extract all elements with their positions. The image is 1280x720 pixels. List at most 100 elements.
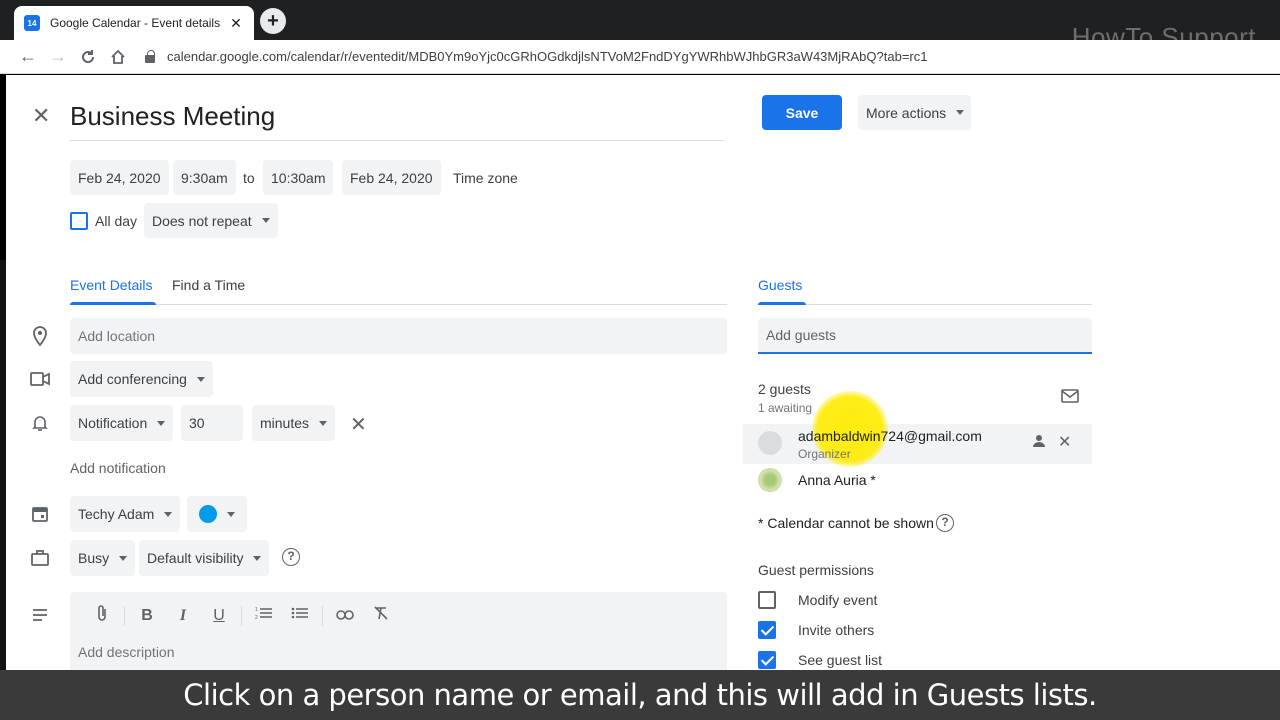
- guest-role: Organizer: [798, 447, 851, 461]
- more-actions-label: More actions: [866, 104, 947, 121]
- chevron-down-icon: [253, 555, 262, 561]
- video-caption: Click on a person name or email, and thi…: [0, 670, 1280, 720]
- new-tab-button[interactable]: +: [260, 8, 286, 34]
- to-label: to: [243, 170, 255, 186]
- invite-others-checkbox[interactable]: [758, 621, 776, 639]
- modify-event-label: Modify event: [798, 592, 878, 608]
- notification-unit-label: minutes: [260, 415, 310, 431]
- visibility-label: Default visibility: [147, 550, 244, 566]
- event-title-input[interactable]: Business Meeting: [70, 97, 724, 141]
- add-guests-input[interactable]: Add guests: [758, 318, 1092, 354]
- close-icon[interactable]: ✕: [32, 103, 50, 129]
- save-button[interactable]: Save: [762, 95, 842, 130]
- bell-icon: [30, 413, 50, 433]
- browser-tab[interactable]: 14 Google Calendar - Event details ✕: [14, 6, 254, 40]
- event-color-dropdown[interactable]: [187, 496, 247, 532]
- repeat-dropdown[interactable]: Does not repeat: [144, 203, 278, 238]
- tab-guests[interactable]: Guests: [758, 277, 802, 293]
- calendar-icon: [30, 504, 50, 524]
- modify-event-checkbox[interactable]: [758, 591, 776, 609]
- location-input[interactable]: Add location: [70, 318, 727, 354]
- chevron-down-icon: [196, 376, 205, 382]
- close-tab-icon[interactable]: ✕: [228, 15, 244, 32]
- guest-count: 2 guests: [758, 381, 811, 397]
- all-day-checkbox[interactable]: [70, 212, 88, 230]
- guest-permissions-title: Guest permissions: [758, 562, 874, 578]
- attachment-icon[interactable]: [84, 604, 120, 627]
- visibility-dropdown[interactable]: Default visibility: [139, 540, 270, 576]
- active-tab-indicator: [70, 302, 156, 305]
- bold-icon[interactable]: B: [129, 607, 165, 625]
- add-conferencing-dropdown[interactable]: Add conferencing: [70, 361, 213, 397]
- briefcase-icon: [30, 548, 50, 568]
- more-actions-button[interactable]: More actions: [858, 95, 971, 130]
- chevron-down-icon: [157, 420, 166, 426]
- help-icon[interactable]: ?: [936, 514, 954, 532]
- person-icon[interactable]: [1032, 434, 1046, 451]
- start-time-chip[interactable]: 9:30am: [173, 160, 236, 195]
- add-notification-link[interactable]: Add notification: [70, 460, 166, 476]
- description-input[interactable]: Add description: [78, 644, 175, 660]
- notification-label: Notification: [78, 415, 148, 431]
- guest-awaiting: 1 awaiting: [758, 401, 813, 415]
- tab-event-details[interactable]: Event Details: [70, 277, 152, 293]
- numbered-list-icon[interactable]: 12: [246, 606, 282, 625]
- guest-email[interactable]: adambaldwin724@gmail.com: [798, 428, 982, 444]
- toolbar-divider: [241, 605, 242, 626]
- chevron-down-icon: [319, 420, 328, 426]
- guests-tab-bar: Guests: [758, 271, 1092, 305]
- help-icon[interactable]: ?: [282, 548, 300, 566]
- end-time-chip[interactable]: 10:30am: [263, 160, 334, 195]
- calendar-owner-dropdown[interactable]: Techy Adam: [70, 496, 181, 532]
- toolbar-divider: [322, 605, 323, 626]
- event-edit-page: ✕ Business Meeting Save More actions Feb…: [6, 75, 1280, 670]
- browser-toolbar: ← → calendar.google.com/calendar/r/event…: [0, 40, 1280, 74]
- remove-guest-icon[interactable]: ✕: [1058, 432, 1071, 452]
- calendar-note: * Calendar cannot be shown: [758, 515, 934, 531]
- clear-formatting-icon[interactable]: [363, 605, 399, 626]
- back-icon[interactable]: ←: [13, 42, 43, 72]
- description-editor[interactable]: B I U 12 Add description: [70, 592, 727, 670]
- time-zone-link[interactable]: Time zone: [453, 170, 518, 186]
- avatar: [758, 468, 782, 492]
- underline-icon[interactable]: U: [201, 607, 237, 625]
- guest-name[interactable]: Anna Auria *: [798, 472, 876, 488]
- notification-unit-dropdown[interactable]: minutes: [252, 405, 336, 441]
- email-guests-icon[interactable]: [1061, 389, 1079, 406]
- notification-value-input[interactable]: 30: [181, 405, 243, 441]
- link-icon[interactable]: [327, 607, 363, 625]
- active-tab-indicator: [758, 302, 806, 305]
- end-date-chip[interactable]: Feb 24, 2020: [342, 160, 441, 195]
- italic-icon[interactable]: I: [165, 607, 201, 625]
- see-guest-list-checkbox[interactable]: [758, 651, 776, 669]
- forward-icon[interactable]: →: [43, 42, 73, 72]
- tab-find-a-time[interactable]: Find a Time: [172, 277, 245, 293]
- repeat-label: Does not repeat: [152, 212, 252, 229]
- avatar: [758, 431, 782, 455]
- calendar-name: Techy Adam: [78, 506, 155, 522]
- reload-icon[interactable]: [73, 42, 103, 72]
- home-icon[interactable]: [103, 42, 133, 72]
- notification-type-dropdown[interactable]: Notification: [70, 405, 174, 441]
- url-text: calendar.google.com/calendar/r/eventedit…: [167, 49, 928, 64]
- chevron-down-icon: [261, 218, 270, 223]
- location-pin-icon: [30, 326, 50, 346]
- address-bar[interactable]: calendar.google.com/calendar/r/eventedit…: [145, 49, 927, 64]
- color-swatch: [199, 505, 217, 523]
- chevron-down-icon: [227, 511, 235, 517]
- video-camera-icon: [30, 369, 50, 389]
- lock-icon: [145, 49, 155, 63]
- calendar-favicon-icon: 14: [24, 15, 40, 31]
- svg-text:2: 2: [255, 615, 258, 620]
- remove-notification-icon[interactable]: ✕: [350, 412, 367, 437]
- chevron-down-icon: [119, 555, 128, 561]
- tab-title: Google Calendar - Event details: [50, 16, 221, 30]
- chevron-down-icon: [164, 511, 173, 517]
- busy-dropdown[interactable]: Busy: [70, 540, 136, 576]
- bulleted-list-icon[interactable]: [282, 606, 318, 625]
- description-lines-icon: [30, 605, 50, 625]
- chevron-down-icon: [956, 110, 965, 115]
- start-date-chip[interactable]: Feb 24, 2020: [70, 160, 169, 195]
- format-toolbar: B I U 12: [84, 604, 399, 627]
- toolbar-divider: [124, 605, 125, 626]
